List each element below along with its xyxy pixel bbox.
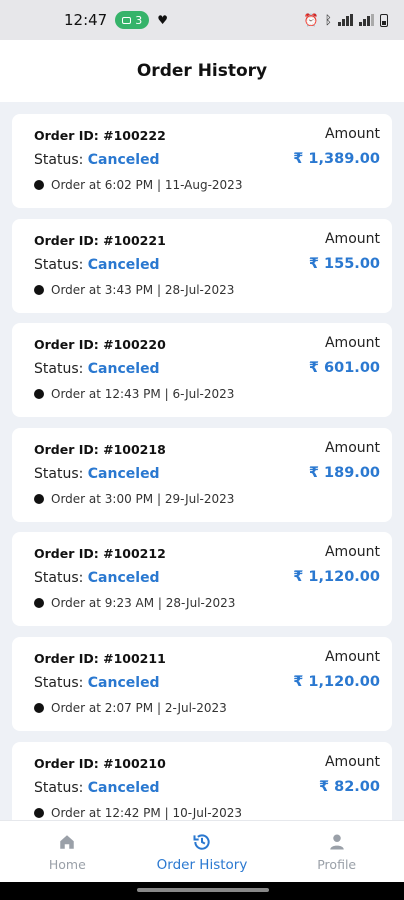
order-time: Order at 6:02 PM | 11-Aug-2023 xyxy=(34,178,242,192)
order-list[interactable]: Order ID: #100222 Status: Canceled Order… xyxy=(0,102,404,820)
order-status: Status: Canceled xyxy=(34,152,160,168)
heart-icon: ♥ xyxy=(157,13,168,27)
bullet-icon xyxy=(34,702,44,713)
signal-icon xyxy=(338,14,353,26)
alarm-icon: ⏰ xyxy=(303,13,319,27)
status-value: Canceled xyxy=(87,570,160,587)
amount-label: Amount xyxy=(324,230,380,247)
status-label: Status: xyxy=(34,465,84,482)
home-icon xyxy=(56,831,78,853)
order-time: Order at 3:43 PM | 28-Jul-2023 xyxy=(34,283,234,297)
order-status: Status: Canceled xyxy=(34,780,160,796)
order-id: Order ID: #100211 xyxy=(34,650,166,666)
status-value: Canceled xyxy=(87,779,160,796)
order-status: Status: Canceled xyxy=(34,257,160,273)
order-time-text: Order at 12:42 PM | 10-Jul-2023 xyxy=(51,805,243,820)
order-time-text: Order at 9:23 AM | 28-Jul-2023 xyxy=(51,596,236,611)
status-label: Status: xyxy=(34,152,84,168)
app-header: Order History xyxy=(0,40,404,102)
status-value: Canceled xyxy=(87,361,160,378)
amount-label: Amount xyxy=(324,544,380,561)
order-time: Order at 12:42 PM | 10-Jul-2023 xyxy=(34,806,242,820)
status-label: Status: xyxy=(34,361,84,378)
amount-label: Amount xyxy=(324,335,380,352)
order-time: Order at 9:23 AM | 28-Jul-2023 xyxy=(34,596,235,610)
status-icons: ⏰ ᛒ xyxy=(304,13,388,27)
status-value: Canceled xyxy=(87,152,160,168)
order-card[interactable]: Order ID: #100222 Status: Canceled Order… xyxy=(12,114,392,208)
bluetooth-icon: ᛒ xyxy=(324,13,332,27)
page-title: Order History xyxy=(136,61,268,81)
order-id: Order ID: #100212 xyxy=(34,546,166,562)
status-value: Canceled xyxy=(87,256,160,273)
order-card[interactable]: Order ID: #100212 Status: Canceled Order… xyxy=(12,532,392,627)
amount-value: ₹ 82.00 xyxy=(318,778,380,795)
order-status: Status: Canceled xyxy=(34,361,160,377)
order-time-text: Order at 2:07 PM | 2-Jul-2023 xyxy=(51,700,227,715)
battery-icon xyxy=(380,13,388,27)
order-id: Order ID: #100220 xyxy=(34,337,166,353)
order-card[interactable]: Order ID: #100220 Status: Canceled Order… xyxy=(12,323,392,418)
order-id: Order ID: #100210 xyxy=(34,755,166,771)
order-time: Order at 2:07 PM | 2-Jul-2023 xyxy=(34,701,227,715)
order-status: Status: Canceled xyxy=(34,466,160,482)
amount-label: Amount xyxy=(324,753,380,770)
order-id: Order ID: #100221 xyxy=(34,232,166,248)
gesture-area xyxy=(0,882,404,900)
amount-label: Amount xyxy=(324,648,380,665)
chat-icon xyxy=(122,16,132,24)
status-time: 12:47 xyxy=(64,11,108,29)
amount-value: ₹ 189.00 xyxy=(308,464,380,481)
order-card[interactable]: Order ID: #100210 Status: Canceled Order… xyxy=(12,741,392,820)
order-time-text: Order at 12:43 PM | 6-Jul-2023 xyxy=(51,387,235,402)
order-card[interactable]: Order ID: #100211 Status: Canceled Order… xyxy=(12,636,392,731)
order-card[interactable]: Order ID: #100218 Status: Canceled Order… xyxy=(12,427,392,522)
order-status: Status: Canceled xyxy=(34,675,160,691)
bullet-icon xyxy=(34,598,44,609)
bullet-icon xyxy=(34,493,44,504)
bottom-nav: Home Order History Profile xyxy=(0,820,404,882)
nav-label: Home xyxy=(48,857,86,872)
order-time-text: Order at 3:43 PM | 28-Jul-2023 xyxy=(51,282,235,297)
status-label: Status: xyxy=(34,674,84,691)
amount-value: ₹ 155.00 xyxy=(308,255,380,272)
order-id: Order ID: #100222 xyxy=(34,128,166,143)
order-card[interactable]: Order ID: #100221 Status: Canceled Order… xyxy=(12,218,392,313)
amount-value: ₹ 601.00 xyxy=(308,360,380,377)
amount-value: ₹ 1,389.00 xyxy=(293,151,380,167)
status-label: Status: xyxy=(34,779,84,796)
status-label: Status: xyxy=(34,570,84,587)
profile-icon xyxy=(326,831,348,853)
order-time: Order at 12:43 PM | 6-Jul-2023 xyxy=(34,387,234,401)
nav-label: Order History xyxy=(156,856,248,873)
amount-value: ₹ 1,120.00 xyxy=(293,673,380,690)
nav-profile[interactable]: Profile xyxy=(269,821,404,882)
order-time: Order at 3:00 PM | 29-Jul-2023 xyxy=(34,492,234,506)
amount-value: ₹ 1,120.00 xyxy=(293,569,380,586)
bullet-icon xyxy=(34,807,44,818)
nav-order-history[interactable]: Order History xyxy=(135,821,270,882)
badge-count: 3 xyxy=(135,13,143,27)
bullet-icon xyxy=(34,284,44,295)
order-id: Order ID: #100218 xyxy=(34,441,166,457)
amount-label: Amount xyxy=(324,439,380,456)
nav-label: Profile xyxy=(317,857,357,872)
signal-icon-2 xyxy=(359,14,374,26)
bullet-icon xyxy=(34,389,44,400)
status-value: Canceled xyxy=(87,465,160,482)
order-time-text: Order at 3:00 PM | 29-Jul-2023 xyxy=(51,491,235,506)
amount-label: Amount xyxy=(324,126,380,142)
order-time-text: Order at 6:02 PM | 11-Aug-2023 xyxy=(51,178,243,192)
history-icon xyxy=(191,831,213,853)
order-status: Status: Canceled xyxy=(34,570,160,586)
bullet-icon xyxy=(34,180,44,190)
status-bar: 12:47 3 ♥ ⏰ ᛒ xyxy=(0,0,404,40)
nav-home[interactable]: Home xyxy=(0,821,135,882)
status-label: Status: xyxy=(34,256,84,273)
notification-badge: 3 xyxy=(115,11,150,29)
status-value: Canceled xyxy=(87,674,160,691)
gesture-handle[interactable] xyxy=(137,888,269,892)
